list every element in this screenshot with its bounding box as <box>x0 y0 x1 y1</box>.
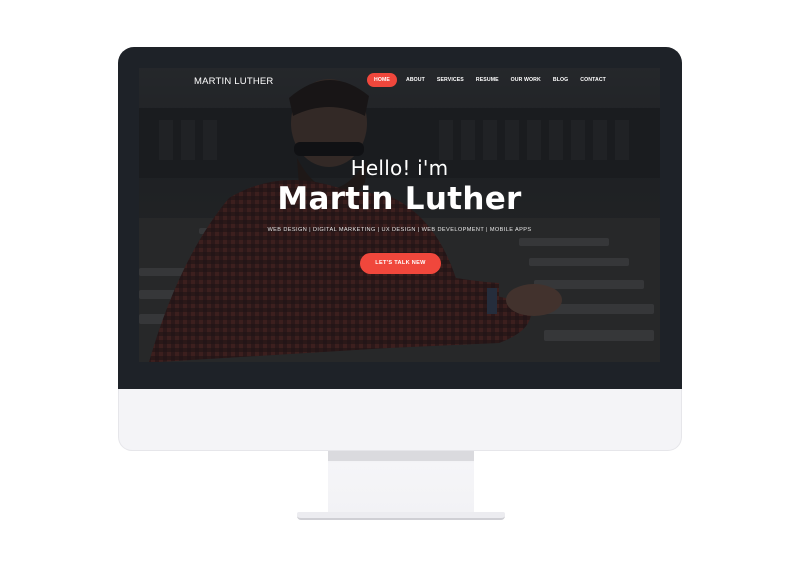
monitor-stand-shadow <box>328 451 474 461</box>
monitor-chin <box>118 389 682 451</box>
nav-item-home[interactable]: HOME <box>367 73 397 87</box>
hero-tagline: WEB DESIGN | DIGITAL MARKETING | UX DESI… <box>267 227 532 233</box>
nav-item-blog[interactable]: BLOG <box>547 73 574 87</box>
nav-item-contact[interactable]: CONTACT <box>574 73 612 87</box>
main-navigation: HOME ABOUT SERVICES RESUME OUR WORK BLOG… <box>367 73 612 87</box>
nav-item-about[interactable]: ABOUT <box>400 73 431 87</box>
monitor-mockup: MARTIN LUTHER HOME ABOUT SERVICES RESUME… <box>0 0 800 567</box>
lets-talk-button[interactable]: LET'S TALK NEW <box>360 253 441 274</box>
site-brand-logo[interactable]: MARTIN LUTHER <box>194 76 274 87</box>
monitor-stand-base <box>297 512 505 520</box>
nav-item-resume[interactable]: RESUME <box>470 73 505 87</box>
website-screen: MARTIN LUTHER HOME ABOUT SERVICES RESUME… <box>139 68 660 362</box>
nav-item-services[interactable]: SERVICES <box>431 73 470 87</box>
nav-item-our-work[interactable]: OUR WORK <box>505 73 547 87</box>
hero-name-heading: Martin Luther <box>277 181 522 217</box>
hero-greeting: Hello! i'm <box>350 156 449 180</box>
